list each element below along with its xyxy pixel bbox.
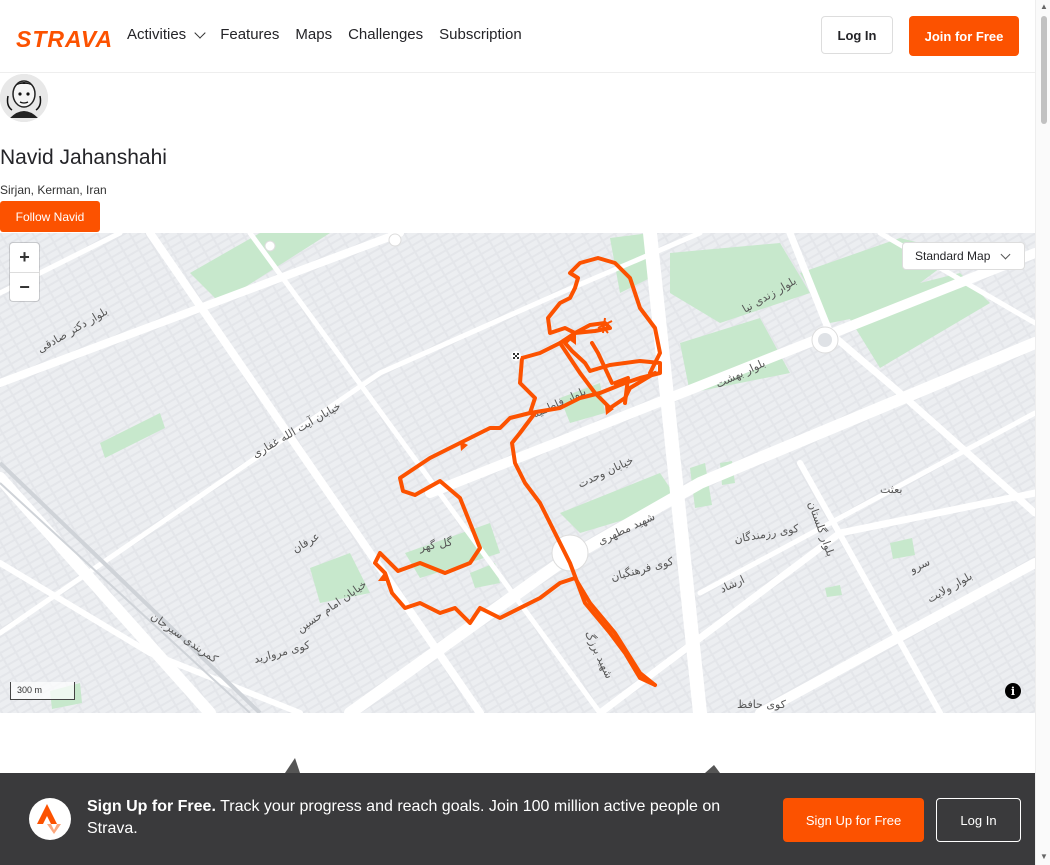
- nav-features[interactable]: Features: [220, 26, 279, 43]
- info-icon[interactable]: i: [1005, 683, 1021, 699]
- map-style-select[interactable]: Standard Map: [902, 242, 1025, 270]
- signup-banner: Sign Up for Free. Track your progress an…: [0, 773, 1035, 865]
- map-canvas: بلوار دکتر صادقی خیابان آیت الله غفاری ب…: [0, 233, 1035, 713]
- athlete-location: Sirjan, Kerman, Iran: [0, 183, 107, 197]
- nav-links: Activities Features Maps Challenges Subs…: [127, 26, 522, 43]
- start-marker-icon: [511, 351, 521, 361]
- nav-activities-label: Activities: [127, 26, 187, 43]
- scroll-down-icon[interactable]: ▼: [1040, 852, 1048, 861]
- scrollbar[interactable]: ▲ ▼: [1035, 0, 1050, 865]
- login-button[interactable]: Log In: [821, 16, 893, 54]
- map-style-label: Standard Map: [915, 249, 991, 263]
- scroll-thumb[interactable]: [1041, 16, 1047, 124]
- map-scale: 300 m: [10, 682, 75, 700]
- nav-maps[interactable]: Maps: [295, 26, 332, 43]
- zoom-controls: + −: [10, 243, 39, 301]
- zoom-in-button[interactable]: +: [10, 243, 39, 273]
- nav-subscription[interactable]: Subscription: [439, 26, 522, 43]
- top-nav: STRAVA Activities Features Maps Challeng…: [0, 0, 1035, 73]
- svg-text:کوی حافظ: کوی حافظ: [737, 698, 787, 711]
- join-button[interactable]: Join for Free: [909, 16, 1019, 56]
- signup-button[interactable]: Sign Up for Free: [783, 798, 924, 842]
- banner-message: Sign Up for Free. Track your progress an…: [87, 796, 757, 840]
- follow-button[interactable]: Follow Navid: [0, 201, 100, 232]
- content-area: [0, 713, 1035, 773]
- route-map[interactable]: بلوار دکتر صادقی خیابان آیت الله غفاری ب…: [0, 233, 1035, 713]
- avatar[interactable]: [0, 74, 48, 122]
- nav-challenges[interactable]: Challenges: [348, 26, 423, 43]
- nav-activities[interactable]: Activities: [127, 26, 206, 43]
- zoom-out-button[interactable]: −: [10, 273, 39, 302]
- strava-logo[interactable]: STRAVA: [16, 26, 113, 53]
- banner-login-button[interactable]: Log In: [936, 798, 1021, 842]
- chevron-down-icon: [194, 26, 206, 39]
- scroll-up-icon[interactable]: ▲: [1040, 2, 1048, 11]
- athlete-name: Navid Jahanshahi: [0, 146, 167, 169]
- page: STRAVA Activities Features Maps Challeng…: [0, 0, 1035, 865]
- chevron-down-icon: [1000, 249, 1011, 259]
- svg-text:بعثت: بعثت: [880, 483, 903, 496]
- strava-mark-icon: [29, 798, 71, 840]
- banner-headline: Sign Up for Free.: [87, 798, 216, 815]
